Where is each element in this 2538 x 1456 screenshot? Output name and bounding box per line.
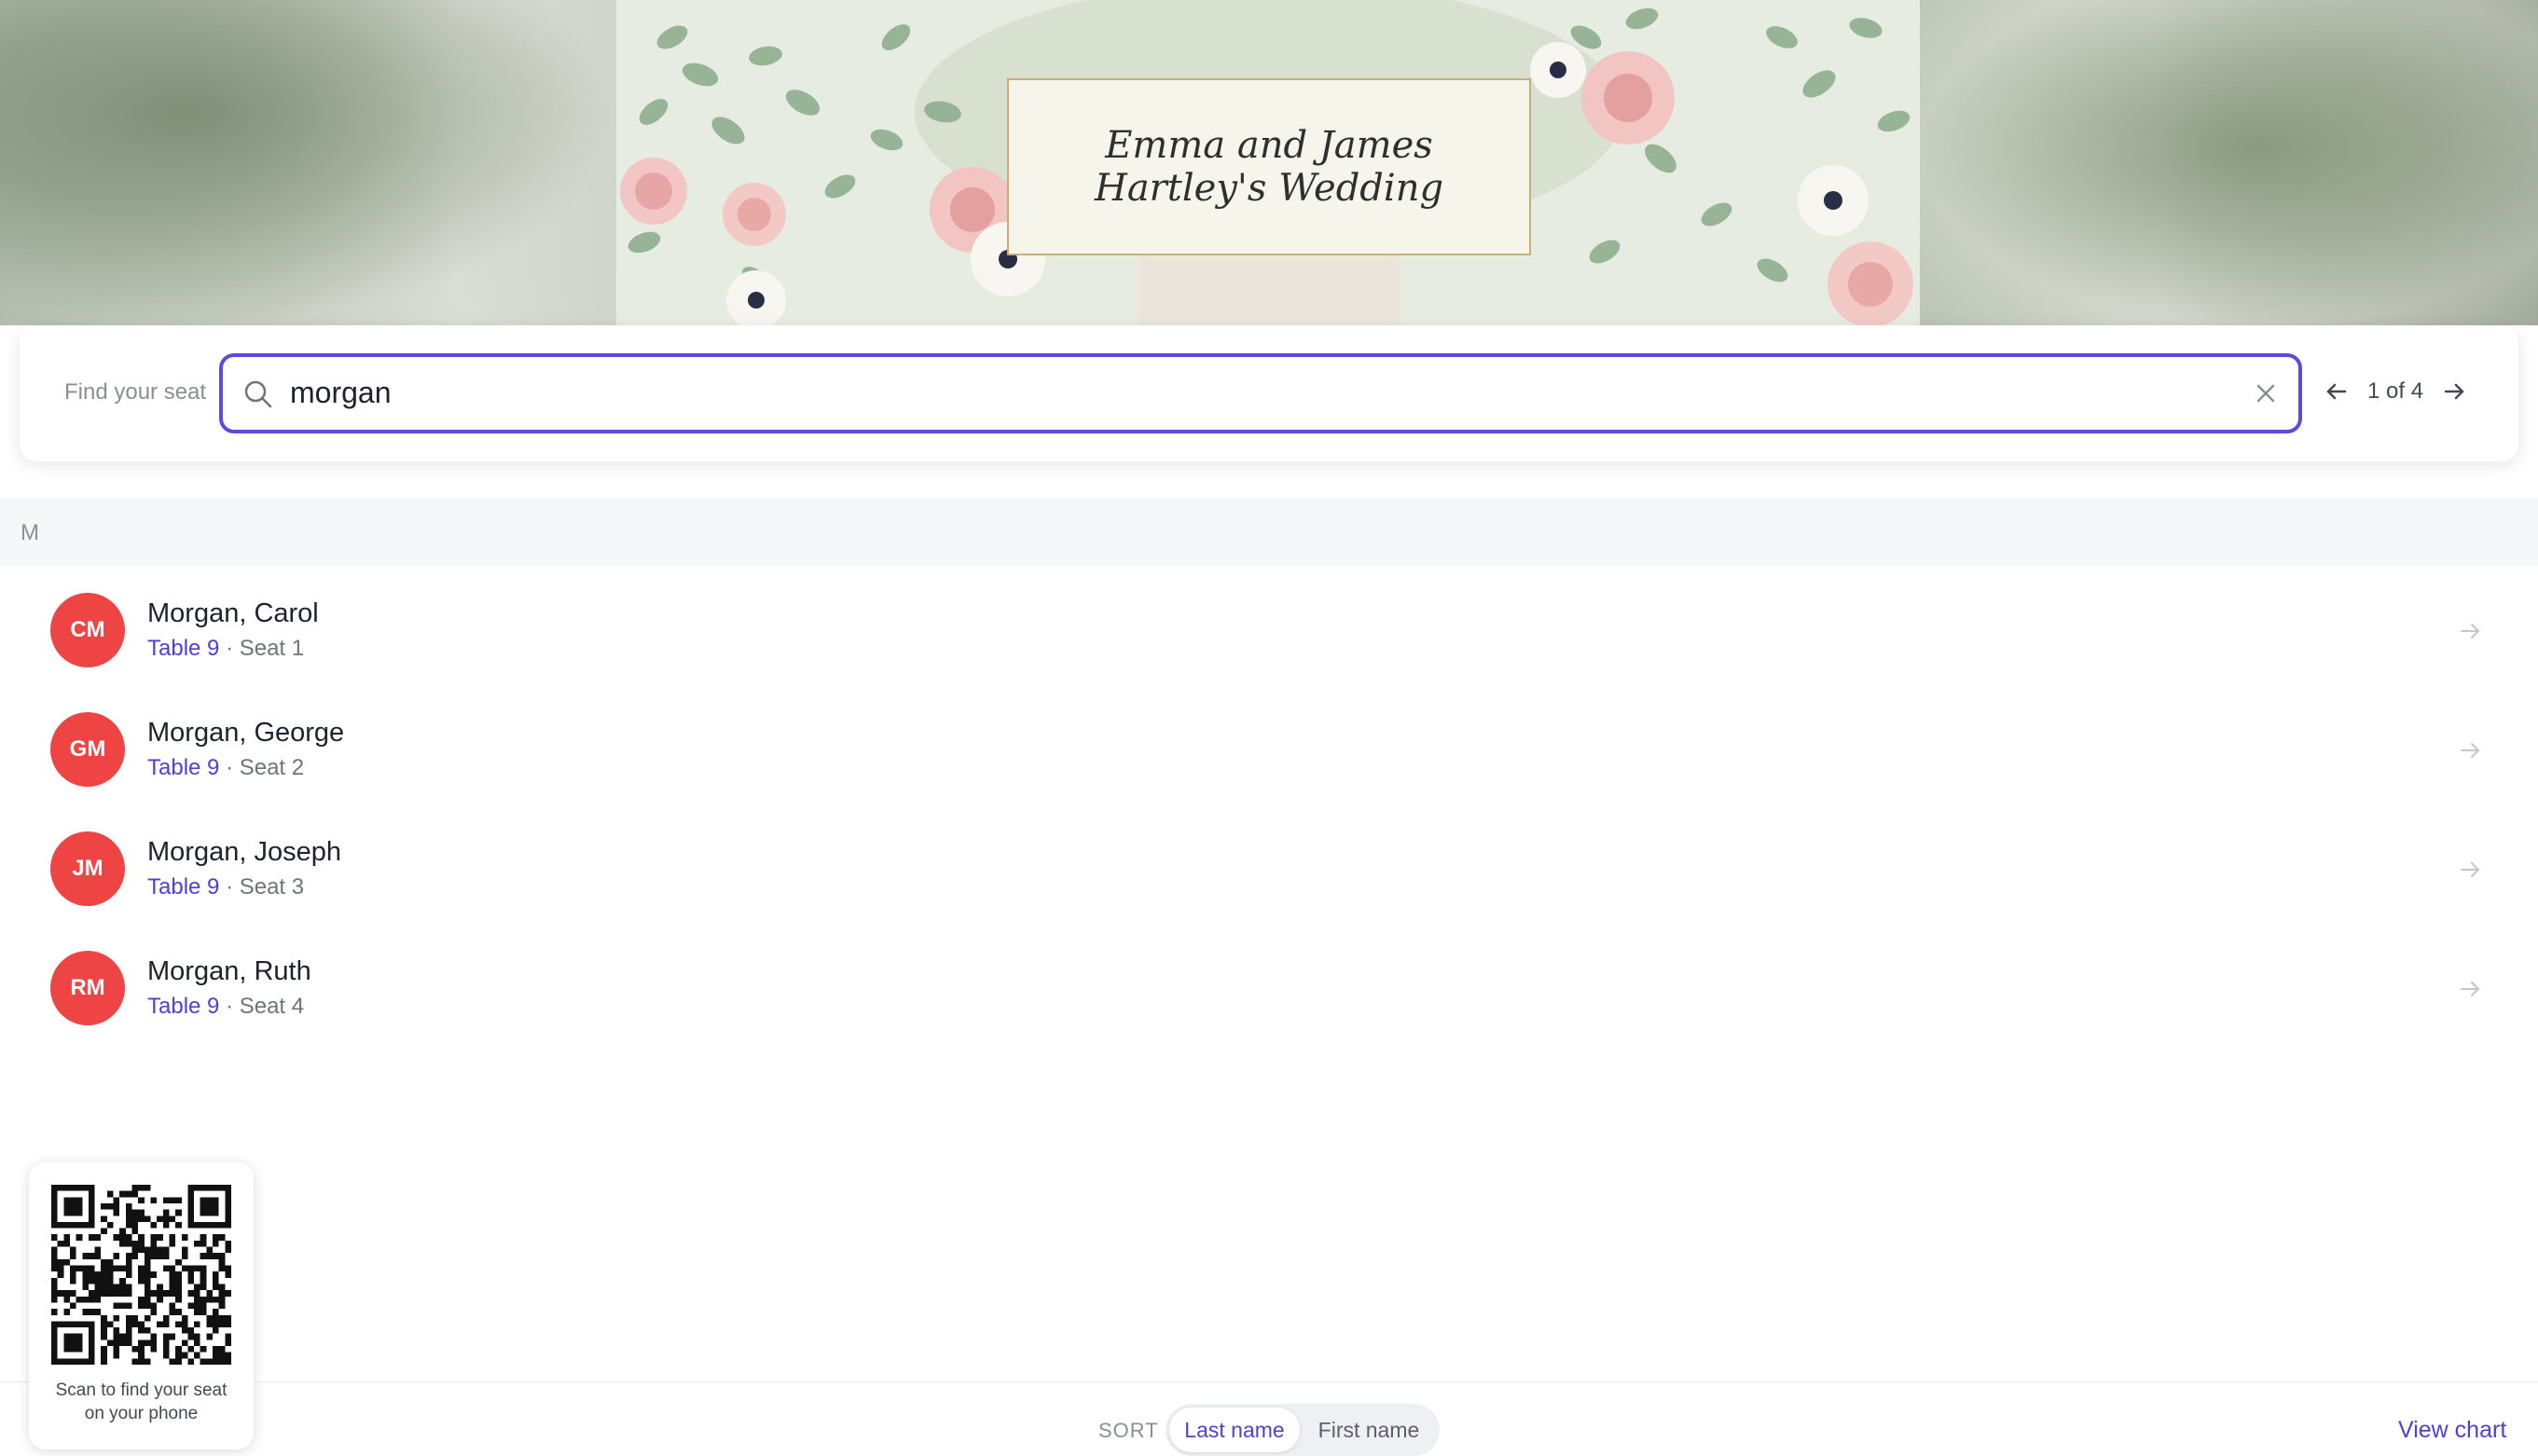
event-title-card: Emma and James Hartley's Wedding (1007, 78, 1531, 255)
arrow-right-icon[interactable] (2440, 378, 2468, 405)
list-item[interactable]: JM Morgan, Joseph Table 9 · Seat 3 (0, 809, 2538, 928)
list-item[interactable]: CM Morgan, Carol Table 9 · Seat 1 (0, 570, 2538, 690)
search-panel: Find your seat morgan 1 of 4 (20, 325, 2518, 461)
seat-label: · Seat 3 (226, 874, 305, 900)
arrow-left-icon[interactable] (2323, 378, 2351, 405)
find-seat-label: Find your seat (64, 379, 207, 405)
table-link[interactable]: Table 9 (147, 874, 219, 900)
guest-name: Morgan, George (147, 718, 345, 748)
seat-label: · Seat 4 (226, 994, 305, 1019)
hero-banner: Emma and James Hartley's Wedding (0, 0, 2538, 325)
seat-label: · Seat 1 (226, 636, 305, 661)
sort-last-name-button[interactable]: Last name (1169, 1408, 1300, 1452)
hero-blur-left (0, 0, 617, 325)
avatar: CM (50, 593, 125, 667)
hero-blur-right (1919, 0, 2538, 325)
guest-seat-info: Table 9 · Seat 1 (147, 636, 304, 662)
guest-name: Morgan, Ruth (147, 956, 311, 986)
sort-toggle: Last name First name (1166, 1404, 1440, 1456)
search-icon (244, 380, 272, 408)
qr-caption: Scan to find your seat on your phone (55, 1380, 228, 1423)
avatar: GM (50, 712, 125, 787)
sort-first-name-button[interactable]: First name (1303, 1408, 1434, 1452)
guest-name: Morgan, Carol (147, 598, 319, 628)
seat-label: · Seat 2 (226, 755, 305, 780)
guest-seat-info: Table 9 · Seat 3 (147, 874, 304, 900)
arrow-right-icon[interactable] (2456, 975, 2484, 1003)
arrow-right-icon[interactable] (2456, 617, 2484, 645)
list-item[interactable]: RM Morgan, Ruth Table 9 · Seat 4 (0, 928, 2538, 1048)
event-title: Emma and James Hartley's Wedding (1094, 124, 1444, 210)
qr-code (51, 1185, 231, 1365)
list-item[interactable]: GM Morgan, George Table 9 · Seat 2 (0, 690, 2538, 809)
close-icon[interactable] (2252, 379, 2280, 407)
guest-seat-info: Table 9 · Seat 4 (147, 994, 304, 1020)
arrow-right-icon[interactable] (2456, 856, 2484, 884)
view-chart-link[interactable]: View chart (2398, 1417, 2506, 1444)
arrow-right-icon[interactable] (2456, 736, 2484, 764)
table-link[interactable]: Table 9 (147, 755, 219, 780)
guest-seat-info: Table 9 · Seat 2 (147, 755, 304, 781)
qr-card: Scan to find your seat on your phone (29, 1162, 254, 1449)
sort-label: SORT (1098, 1419, 1159, 1442)
group-letter: M (21, 520, 39, 545)
group-header: M (0, 499, 2538, 566)
avatar: RM (50, 951, 125, 1025)
guest-name: Morgan, Joseph (147, 837, 341, 867)
result-pager: 1 of 4 (2323, 363, 2468, 420)
table-link[interactable]: Table 9 (147, 636, 219, 661)
table-link[interactable]: Table 9 (147, 994, 219, 1019)
search-value[interactable]: morgan (290, 376, 392, 410)
floral-banner-image: Emma and James Hartley's Wedding (616, 0, 1920, 325)
avatar: JM (50, 831, 125, 906)
search-input[interactable]: morgan (219, 353, 2302, 433)
result-count: 1 of 4 (2367, 378, 2424, 404)
